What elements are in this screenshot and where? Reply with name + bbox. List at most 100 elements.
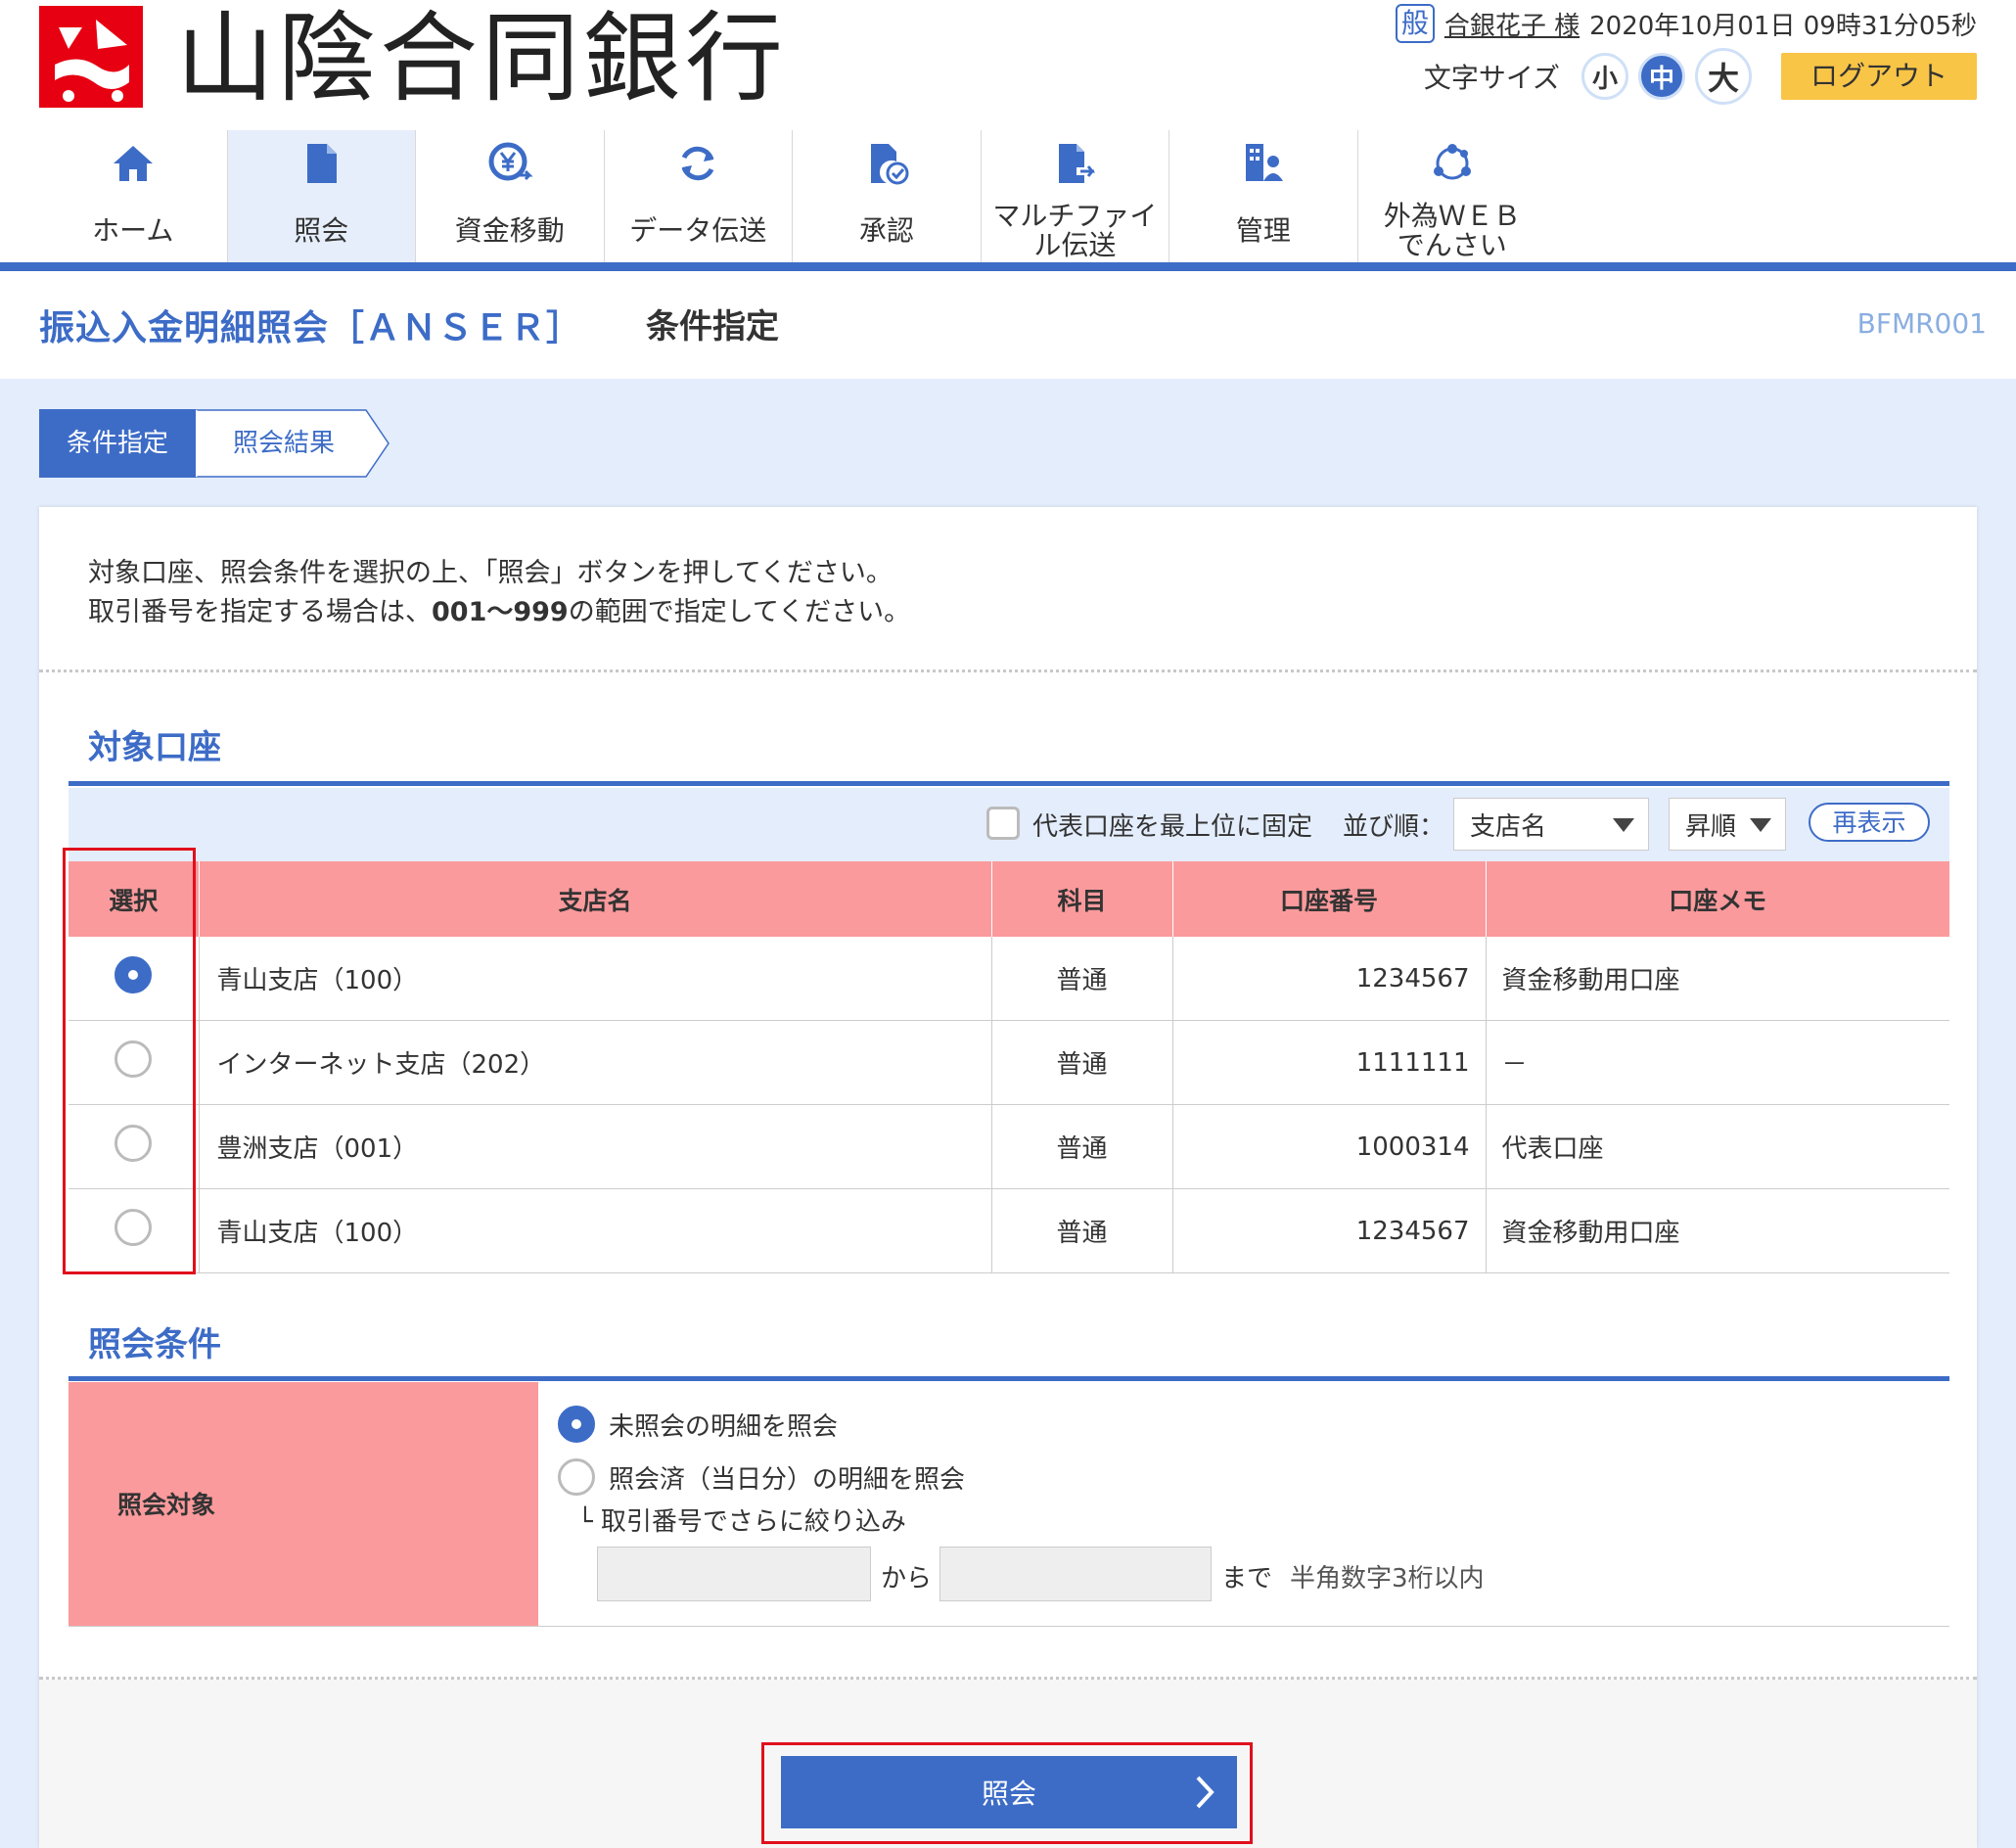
- nav-label: 照会: [294, 214, 349, 247]
- col-number: 口座番号: [1172, 861, 1487, 937]
- col-memo: 口座メモ: [1486, 861, 1949, 937]
- narrow-by-transaction-label: └ 取引番号でさらに絞り込み: [577, 1507, 906, 1537]
- nav-fund-transfer[interactable]: 資金移動: [416, 130, 605, 263]
- page-subtitle: 条件指定: [646, 307, 779, 346]
- instruction-line-1: 対象口座、照会条件を選択の上、「照会」ボタンを押してください。: [88, 558, 893, 588]
- transaction-from-input[interactable]: [597, 1547, 871, 1601]
- table-row[interactable]: 豊洲支店（001） 普通 1000314 代表口座: [69, 1104, 1949, 1189]
- management-icon: [1245, 144, 1283, 181]
- document-icon: [307, 144, 338, 183]
- font-size-large-button[interactable]: 大: [1694, 48, 1752, 105]
- to-label: まで: [1221, 1564, 1273, 1594]
- branch-cell: 豊洲支店（001）: [199, 1104, 992, 1189]
- sort-order-select[interactable]: 昇順: [1669, 798, 1786, 851]
- approval-icon: [870, 144, 909, 185]
- nav-home[interactable]: ホーム: [39, 130, 228, 263]
- instruction-line-2: 取引番号を指定する場合は、001〜999の範囲で指定してください。: [88, 597, 911, 627]
- option-viewed-today-label: 照会済（当日分）の明細を照会: [609, 1464, 966, 1495]
- user-type-badge: 般: [1395, 4, 1435, 43]
- type-cell: 普通: [991, 1104, 1173, 1189]
- sync-icon: [681, 146, 714, 181]
- bank-logo: [39, 6, 143, 108]
- sort-key-select[interactable]: 支店名: [1453, 798, 1649, 851]
- step-current: 条件指定: [39, 409, 196, 478]
- from-label: から: [881, 1564, 933, 1594]
- accounts-section-title: 対象口座: [88, 728, 221, 767]
- sort-order-value: 昇順: [1685, 811, 1737, 842]
- memo-cell: －: [1486, 1020, 1949, 1105]
- nav-label: 資金移動: [454, 214, 565, 247]
- instructions: 対象口座、照会条件を選択の上、「照会」ボタンを押してください。 取引番号を指定す…: [88, 554, 910, 632]
- step-next-label: 照会結果: [232, 429, 335, 458]
- col-branch: 支店名: [199, 861, 992, 937]
- section-underline: [69, 1376, 1949, 1381]
- font-size-label: 文字サイズ: [1423, 62, 1560, 94]
- nav-label: 外為ＷＥＢでんさい: [1383, 200, 1521, 261]
- nav-label: データ伝送: [629, 214, 767, 247]
- sort-key-value: 支店名: [1470, 811, 1547, 842]
- font-size-small-button[interactable]: 小: [1581, 53, 1628, 100]
- memo-cell: 資金移動用口座: [1486, 1188, 1949, 1273]
- number-cell: 1000314: [1172, 1104, 1487, 1189]
- nav-approval[interactable]: 承認: [793, 130, 982, 263]
- nav-label: ホーム: [92, 214, 174, 247]
- memo-cell: 代表口座: [1486, 1104, 1949, 1189]
- section-underline: [69, 781, 1949, 786]
- divider: [39, 670, 1977, 672]
- number-cell: 1111111: [1172, 1020, 1487, 1105]
- fix-representative-label: 代表口座を最上位に固定: [1032, 812, 1313, 842]
- option-unviewed-label: 未照会の明細を照会: [609, 1411, 839, 1442]
- page-title: 振込入金明細照会［ＡＮＳＥＲ］: [39, 308, 583, 348]
- option-viewed-today[interactable]: 照会済（当日分）の明細を照会: [558, 1458, 965, 1496]
- nav-label: 承認: [858, 214, 914, 247]
- table-row[interactable]: 青山支店（100） 普通 1234567 資金移動用口座: [69, 937, 1949, 1021]
- nav-multifile-transmission[interactable]: マルチファイル伝送: [982, 130, 1170, 263]
- table-row[interactable]: 青山支店（100） 普通 1234567 資金移動用口座: [69, 1188, 1949, 1273]
- yen-transfer-icon: [488, 142, 533, 181]
- input-hint: 半角数字3桁以内: [1290, 1564, 1485, 1594]
- font-size-controls: 文字サイズ 小 中 大 ログアウト: [1423, 48, 1977, 105]
- nav-label: マルチファイル伝送: [992, 200, 1158, 261]
- nav-inquiry[interactable]: 照会: [227, 130, 417, 263]
- number-cell: 1234567: [1172, 937, 1487, 1021]
- condition-row-border: [69, 1626, 1949, 1627]
- number-cell: 1234567: [1172, 1188, 1487, 1273]
- condition-row-label: 照会対象: [117, 1491, 216, 1519]
- nav-data-transmission[interactable]: データ伝送: [605, 130, 794, 263]
- transaction-to-input[interactable]: [939, 1547, 1212, 1601]
- redisplay-button[interactable]: 再表示: [1809, 803, 1930, 842]
- nav-label: 管理: [1235, 214, 1291, 247]
- nav-forex-web-densai[interactable]: 外為ＷＥＢでんさい: [1358, 130, 1546, 263]
- nav-underline: [0, 262, 2016, 271]
- table-header-row: 選択 支店名 科目 口座番号 口座メモ: [69, 861, 1949, 937]
- nav-management[interactable]: 管理: [1169, 130, 1358, 263]
- accounts-table: 選択 支店名 科目 口座番号 口座メモ 青山支店（100） 普通 1234567…: [69, 861, 1949, 1273]
- sort-label: 並び順：: [1343, 812, 1445, 842]
- conditions-section-title: 照会条件: [88, 1325, 221, 1364]
- home-icon: [113, 146, 153, 181]
- network-icon: [1433, 144, 1471, 180]
- type-cell: 普通: [991, 1020, 1173, 1105]
- user-name-link[interactable]: 合銀花子 様: [1444, 6, 1580, 42]
- type-cell: 普通: [991, 1188, 1173, 1273]
- memo-cell: 資金移動用口座: [1486, 937, 1949, 1021]
- highlight-inquiry-button: [761, 1742, 1253, 1844]
- option-unviewed-radio[interactable]: [558, 1406, 595, 1443]
- branch-cell: 青山支店（100）: [199, 937, 992, 1021]
- logout-button[interactable]: ログアウト: [1780, 53, 1977, 100]
- screen-id: BFMR001: [1856, 307, 1987, 340]
- font-size-medium-button[interactable]: 中: [1637, 53, 1685, 100]
- branch-cell: 青山支店（100）: [199, 1188, 992, 1273]
- bank-name: 山陰合同銀行: [176, 1, 787, 116]
- option-viewed-today-radio[interactable]: [558, 1458, 595, 1496]
- fix-representative-checkbox[interactable]: [986, 807, 1020, 840]
- option-unviewed[interactable]: 未照会の明細を照会: [558, 1406, 838, 1443]
- dropdown-arrow-icon: [1613, 818, 1634, 832]
- user-info: 般 合銀花子 様 2020年10月01日 09時31分05秒: [1395, 4, 1977, 43]
- highlight-select-column: [63, 848, 196, 1274]
- table-row[interactable]: インターネット支店（202） 普通 1111111 －: [69, 1020, 1949, 1105]
- branch-cell: インターネット支店（202）: [199, 1020, 992, 1105]
- file-transfer-icon: [1059, 144, 1096, 183]
- type-cell: 普通: [991, 937, 1173, 1021]
- dropdown-arrow-icon: [1750, 818, 1771, 832]
